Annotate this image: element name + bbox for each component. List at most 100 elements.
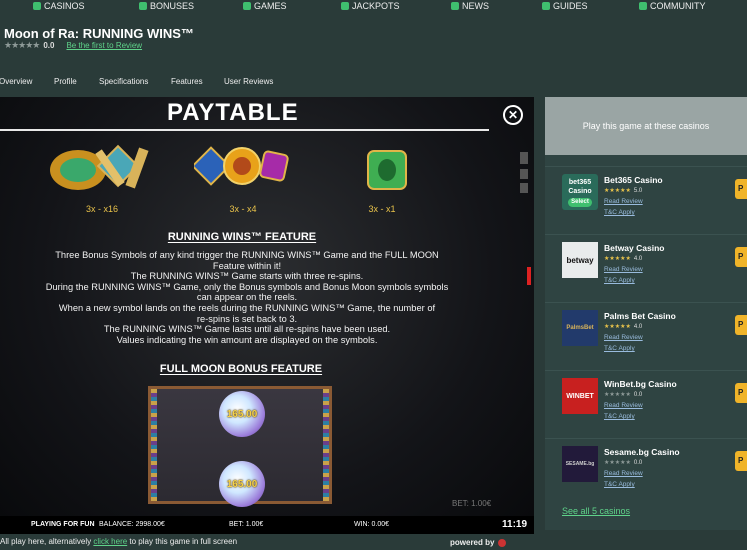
payout-low: 3x - x1 — [368, 204, 396, 214]
casino-logo[interactable]: PalmsBet — [562, 310, 598, 346]
rating-stars: ★★★★★ — [4, 40, 40, 50]
paytable-title: PAYTABLE — [167, 99, 299, 126]
casino-card: bet365 Casino Select Bet365 Casino ★★★★★… — [545, 166, 747, 234]
ankh-scarab-eye-symbols-icon — [194, 146, 289, 186]
nav-news[interactable]: NEWS — [451, 1, 489, 11]
casino-logo[interactable]: SESAME.bg — [562, 446, 598, 482]
title-divider — [0, 129, 489, 131]
casino-rating: ★★★★★ 4.0 — [604, 323, 643, 331]
casino-name[interactable]: Palms Bet Casino — [604, 311, 676, 321]
running-wins-description: Three Bonus Symbols of any kind trigger … — [45, 250, 449, 345]
tc-apply-link[interactable]: T&C Apply — [604, 481, 635, 488]
play-button[interactable]: P — [735, 247, 747, 267]
casino-logo[interactable]: WINBET — [562, 378, 598, 414]
game-frame[interactable]: PAYTABLE ✕ 3x - x16 3x - x4 3x - x1 RUNN… — [0, 97, 534, 534]
play-button[interactable]: P — [735, 383, 747, 403]
close-paytable-button[interactable]: ✕ — [503, 105, 523, 125]
first-review-link[interactable]: Be the first to Review — [66, 41, 142, 50]
tc-apply-link[interactable]: T&C Apply — [604, 413, 635, 420]
read-review-link[interactable]: Read Review — [604, 266, 643, 273]
play-button[interactable]: P — [735, 315, 747, 335]
full-moon-example-reels: 165.00 165.00 — [148, 386, 332, 507]
casino-name[interactable]: WinBet.bg Casino — [604, 379, 677, 389]
scarab-tablet-symbol-icon — [367, 150, 407, 190]
play-button[interactable]: P — [735, 451, 747, 471]
powered-by-text: powered by — [450, 538, 495, 547]
nav-community[interactable]: COMMUNITY — [639, 1, 706, 11]
play-button[interactable]: P — [735, 179, 747, 199]
game-rating: ★★★★★ 0.0 Be the first to Review — [4, 40, 142, 51]
casino-name[interactable]: Betway Casino — [604, 243, 664, 253]
fullscreen-note: All play here, alternatively click here … — [0, 537, 237, 546]
casino-rating: ★★★★★ 5.0 — [604, 187, 643, 195]
win-readout: WIN: 0.00€ — [354, 521, 390, 528]
volume-icon[interactable] — [520, 169, 528, 179]
casino-card: betway Betway Casino ★★★★★ 4.0 Read Revie… — [545, 234, 747, 302]
tab-profile[interactable]: Profile — [54, 77, 77, 86]
bonus-moon-symbol: 165.00 — [219, 461, 265, 507]
footer-text: to play this game in full screen — [127, 537, 238, 546]
running-wins-heading: RUNNING WINS™ FEATURE — [167, 231, 317, 243]
full-moon-heading: FULL MOON BONUS FEATURE — [159, 363, 323, 375]
payout-high: 3x - x16 — [85, 204, 118, 214]
read-review-link[interactable]: Read Review — [604, 198, 643, 205]
tab-overview[interactable]: Overview — [0, 77, 32, 86]
settings-icon[interactable] — [520, 183, 528, 193]
reel-pillar-left — [151, 389, 157, 501]
casino-rating: ★★★★★ 0.0 — [604, 459, 643, 467]
bet-readout: BET: 1.00€ — [229, 521, 264, 528]
powered-by: powered by — [450, 538, 507, 547]
book-icon — [542, 2, 550, 10]
background-bet-text: BET: 1.00€ — [452, 499, 492, 508]
page-title: Moon of Ra: RUNNING WINS™ — [4, 26, 194, 41]
payout-mid: 3x - x4 — [229, 204, 257, 214]
trophy-icon — [341, 2, 349, 10]
casino-card: SESAME.bg Sesame.bg Casino ★★★★★ 0.0 Read… — [545, 438, 747, 506]
casino-rating: ★★★★★ 0.0 — [604, 391, 643, 399]
balance-readout: BALANCE: 2998.00€ — [99, 521, 165, 528]
star-icon: ★★★★★ — [604, 324, 631, 330]
provider-logo-icon — [498, 538, 507, 547]
fullscreen-link[interactable]: click here — [93, 537, 127, 546]
casino-name[interactable]: Bet365 Casino — [604, 175, 663, 185]
tc-apply-link[interactable]: T&C Apply — [604, 277, 635, 284]
casino-card: PalmsBet Palms Bet Casino ★★★★★ 4.0 Read … — [545, 302, 747, 370]
fullscreen-icon[interactable] — [520, 152, 528, 164]
star-icon: ★★★★★ — [604, 460, 631, 466]
read-review-link[interactable]: Read Review — [604, 334, 643, 341]
nav-jackpots[interactable]: JACKPOTS — [341, 1, 400, 11]
moon-value: 165.00 — [226, 478, 258, 490]
reel-pillar-right — [323, 389, 329, 501]
casino-card: WINBET WinBet.bg Casino ★★★★★ 0.0 Read Re… — [545, 370, 747, 438]
people-icon — [639, 2, 647, 10]
scroll-indicator[interactable] — [527, 267, 531, 285]
nav-games[interactable]: GAMES — [243, 1, 287, 11]
star-icon: ★★★★★ — [604, 188, 631, 194]
casino-name[interactable]: Sesame.bg Casino — [604, 447, 680, 457]
casino-logo[interactable]: betway — [562, 242, 598, 278]
star-icon: ★★★★★ — [604, 256, 631, 262]
nav-bonuses[interactable]: BONUSES — [139, 1, 194, 11]
casino-logo[interactable]: bet365 Casino Select — [562, 174, 598, 210]
casino-sidebar: Play this game at these casinos bet365 C… — [545, 97, 747, 530]
tc-apply-link[interactable]: T&C Apply — [604, 209, 635, 216]
read-review-link[interactable]: Read Review — [604, 470, 643, 477]
nav-guides[interactable]: GUIDES — [542, 1, 588, 11]
nav-casinos[interactable]: CASINOS — [33, 1, 85, 11]
close-icon: ✕ — [507, 108, 519, 122]
read-review-link[interactable]: Read Review — [604, 402, 643, 409]
tab-user-reviews[interactable]: User Reviews — [224, 77, 273, 86]
top-nav: CASINOS BONUSES GAMES JACKPOTS NEWS GUID… — [0, 0, 747, 14]
star-icon: ★★★★★ — [604, 392, 631, 398]
see-all-casinos-link[interactable]: See all 5 casinos — [562, 506, 630, 516]
sidebar-heading: Play this game at these casinos — [545, 97, 747, 155]
casino-chip-icon — [33, 2, 41, 10]
dice-icon — [243, 2, 251, 10]
tc-apply-link[interactable]: T&C Apply — [604, 345, 635, 352]
footer-text: All play here, alternatively — [0, 537, 94, 546]
gift-icon — [139, 2, 147, 10]
game-status-bar: PLAYING FOR FUN BALANCE: 2998.00€ BET: 1… — [0, 516, 534, 534]
rating-value: 0.0 — [43, 41, 55, 50]
tab-specifications[interactable]: Specifications — [99, 77, 148, 86]
tab-features[interactable]: Features — [171, 77, 203, 86]
